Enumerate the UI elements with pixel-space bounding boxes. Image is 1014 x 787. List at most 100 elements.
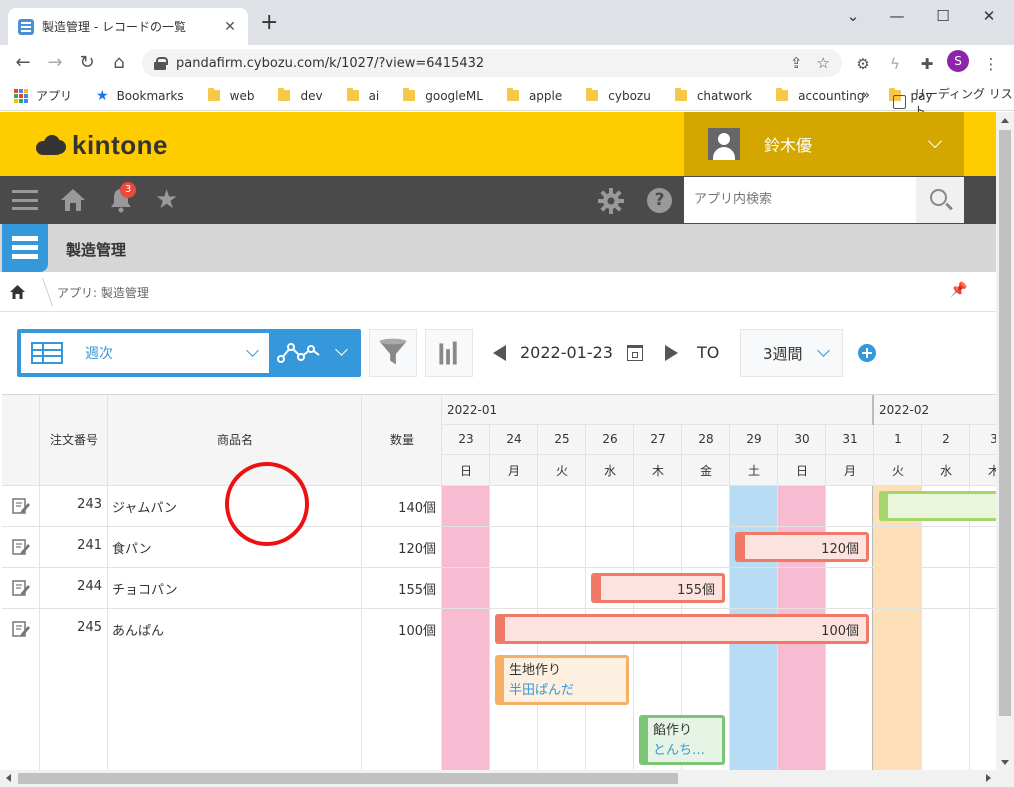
schedule-bar[interactable]: 120個 <box>735 532 869 562</box>
table-view-icon <box>31 342 63 364</box>
day-cell <box>778 486 826 527</box>
profile-avatar[interactable]: S <box>947 50 969 72</box>
scroll-right-arrow-icon[interactable] <box>986 774 991 782</box>
horizontal-scroll-thumb[interactable] <box>18 773 678 784</box>
app-list-icon[interactable] <box>2 224 48 272</box>
day-number: 2 <box>942 432 950 446</box>
hamburger-menu-icon[interactable] <box>12 190 38 210</box>
bookmark-ai[interactable]: ai <box>346 88 379 103</box>
day-cell <box>634 486 682 527</box>
edit-record-icon[interactable] <box>12 538 30 556</box>
header-product-name[interactable]: 商品名 <box>108 395 362 486</box>
edit-record-icon[interactable] <box>12 620 30 638</box>
header-quantity[interactable]: 数量 <box>362 395 442 486</box>
task-assignee-link[interactable]: 半田ぱんだ <box>509 681 629 701</box>
bookmark-apple[interactable]: apple <box>506 88 562 103</box>
range-dropdown[interactable]: 3週間 <box>740 329 843 377</box>
product-name: ジャムパン <box>112 501 178 516</box>
task-card[interactable]: 生地作り 半田ぱんだ <box>495 655 629 705</box>
scroll-left-arrow-icon[interactable] <box>6 774 11 782</box>
day-cell <box>730 568 778 609</box>
day-cell <box>970 609 996 770</box>
bookmarks-more-button[interactable]: » <box>862 88 870 103</box>
start-date[interactable]: 2022-01-23 <box>520 343 613 362</box>
search-icon[interactable] <box>916 177 964 223</box>
day-number: 3 <box>970 432 996 446</box>
filter-button[interactable] <box>369 329 417 377</box>
lock-icon[interactable] <box>154 57 168 70</box>
bookmark-star-icon[interactable]: ☆ <box>817 54 830 72</box>
extensions-puzzle-icon[interactable]: ✚ <box>917 54 937 74</box>
tab-close-icon[interactable]: ✕ <box>222 19 238 35</box>
scroll-down-arrow-icon[interactable] <box>1001 760 1009 765</box>
url-omnibox[interactable]: pandafirm.cybozu.com/k/1027/?view=641543… <box>142 49 842 77</box>
new-tab-icon[interactable]: + <box>260 12 278 34</box>
day-cell <box>682 527 730 568</box>
app-name[interactable]: 製造管理 <box>66 239 126 260</box>
extension-bolt-icon[interactable]: ϟ <box>885 54 905 74</box>
chevron-down-icon <box>246 344 259 357</box>
bookmark-cybozu[interactable]: cybozu <box>586 88 651 103</box>
calendar-icon[interactable] <box>627 345 643 361</box>
tab-search-chevron-icon[interactable]: ⌄ <box>830 4 876 28</box>
pin-icon[interactable]: 📌 <box>950 282 967 298</box>
browser-tab[interactable]: 製造管理 - レコードの一覧 ✕ <box>8 8 248 45</box>
bookmark-dev[interactable]: dev <box>278 88 323 103</box>
bookmark-accounting[interactable]: accounting <box>776 88 865 103</box>
back-arrow-icon[interactable]: ← <box>10 50 36 76</box>
vertical-scrollbar[interactable] <box>996 112 1014 770</box>
tab-bar: 製造管理 - レコードの一覧 ✕ + ⌄ — ☐ ✕ <box>0 0 1014 45</box>
graph-chevron-down-icon[interactable] <box>335 343 348 356</box>
share-icon[interactable]: ⇪ <box>790 54 803 72</box>
task-assignee-link[interactable]: とんち… <box>653 741 725 761</box>
reload-icon[interactable]: ↻ <box>74 50 100 76</box>
help-icon[interactable]: ? <box>647 188 672 213</box>
maximize-icon[interactable]: ☐ <box>920 4 966 28</box>
bookmark-apps[interactable]: アプリ <box>14 87 72 104</box>
bookmark-bookmarks[interactable]: ★ Bookmarks <box>96 88 184 104</box>
kintone-logo[interactable]: kintone <box>36 130 168 161</box>
breadcrumb-home-icon[interactable] <box>10 285 25 299</box>
previous-period-arrow-icon[interactable] <box>493 345 506 361</box>
month-label: 2022-02 <box>879 403 930 417</box>
header-order-number[interactable]: 注文番号 <box>40 395 108 486</box>
bookmark-googleml[interactable]: googleML <box>403 88 483 103</box>
settings-gear-icon[interactable] <box>598 188 624 214</box>
browser-menu-icon[interactable]: ⋮ <box>981 54 1001 74</box>
url-text[interactable]: pandafirm.cybozu.com/k/1027/?view=641543… <box>176 56 776 71</box>
breadcrumb-app-link[interactable]: アプリ: 製造管理 <box>57 284 149 301</box>
scroll-up-arrow-icon[interactable] <box>1001 118 1009 123</box>
favorites-star-icon[interactable]: ★ <box>155 186 178 214</box>
day-number: 28 <box>698 432 714 446</box>
view-selector[interactable]: 週次 <box>17 329 361 377</box>
portal-home-icon[interactable] <box>60 188 86 212</box>
graph-button[interactable] <box>425 329 473 377</box>
breadcrumb: アプリ: 製造管理 📌 <box>0 272 996 312</box>
view-dropdown[interactable]: 週次 <box>21 333 269 373</box>
minimize-icon[interactable]: — <box>874 4 920 28</box>
graph-view-icon[interactable] <box>277 339 321 367</box>
forward-arrow-icon[interactable]: → <box>42 50 68 76</box>
home-icon[interactable]: ⌂ <box>106 50 132 76</box>
day-cell <box>442 568 490 609</box>
day-cell <box>874 609 922 770</box>
day-weekday: 火 <box>555 464 568 478</box>
horizontal-scrollbar[interactable] <box>0 770 1014 787</box>
vertical-scroll-thumb[interactable] <box>999 130 1011 716</box>
window-close-icon[interactable]: ✕ <box>966 4 1012 28</box>
user-menu[interactable]: 鈴木優 <box>684 112 964 176</box>
schedule-bar[interactable]: 140個 <box>879 491 996 521</box>
schedule-bar[interactable]: 100個 <box>495 614 869 644</box>
bookmark-web[interactable]: web <box>207 88 254 103</box>
schedule-bar[interactable]: 155個 <box>591 573 725 603</box>
edit-record-icon[interactable] <box>12 497 30 515</box>
edit-record-icon[interactable] <box>12 579 30 597</box>
day-cell <box>538 568 586 609</box>
extension-gear-icon[interactable]: ⚙ <box>853 54 873 74</box>
day-cell <box>826 568 874 609</box>
task-card[interactable]: 餡作り とんち… <box>639 715 725 765</box>
app-search-input[interactable] <box>684 177 916 223</box>
bookmark-chatwork[interactable]: chatwork <box>674 88 752 103</box>
next-period-arrow-icon[interactable] <box>665 345 678 361</box>
add-record-button[interactable] <box>858 344 876 362</box>
